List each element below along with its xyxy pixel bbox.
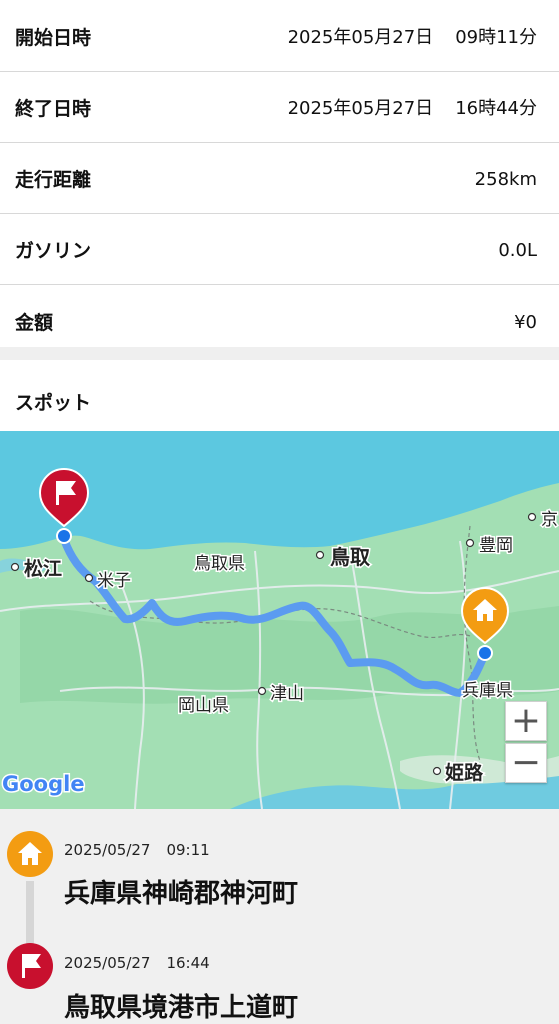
- flag-icon: [22, 954, 41, 978]
- distance-value: 258km: [474, 169, 537, 190]
- map-label-hyogo-pref: 兵庫県: [462, 681, 513, 701]
- start-datetime-label: 開始日時: [15, 27, 92, 49]
- map-label-okayama-pref: 岡山県: [178, 696, 229, 716]
- gasoline-label: ガソリン: [15, 240, 92, 262]
- timeline-item-goal-time: 2025/05/27 16:44: [64, 954, 210, 972]
- map-label-toyooka: 豊岡: [479, 536, 513, 556]
- end-datetime-row: 終了日時 2025年05月27日 16時44分: [0, 73, 559, 143]
- map-label-tsuyama: 津山: [270, 684, 304, 704]
- goal-spot-place[interactable]: 鳥取県境港市上道町: [64, 987, 298, 1024]
- map-label-tottori: 鳥取: [330, 545, 370, 569]
- zoom-out-button[interactable]: −: [505, 743, 547, 783]
- start-datetime-row: 開始日時 2025年05月27日 09時11分: [0, 2, 559, 72]
- gasoline-value: 0.0L: [498, 240, 537, 261]
- map-label-himeji: 姫路: [445, 761, 484, 784]
- start-date: 2025年05月27日: [287, 27, 434, 48]
- map-canvas[interactable]: 松江 米子 鳥取県 鳥取 豊岡 京 岡山県 津山 兵庫県 姫路 Google: [0, 431, 559, 809]
- timeline-goal-badge: [7, 943, 53, 989]
- start-time: 09時11分: [455, 27, 537, 48]
- start-datetime-value: 2025年05月27日 09時11分: [288, 2, 537, 74]
- zoom-in-button[interactable]: +: [505, 701, 547, 741]
- map-label-matsue: 松江: [24, 557, 62, 580]
- end-date: 2025年05月27日: [287, 98, 434, 119]
- gasoline-row: ガソリン 0.0L: [0, 215, 559, 285]
- spot-timeline: 2025/05/27 09:11 兵庫県神崎郡神河町 2025/05/27 16:4…: [0, 809, 559, 1024]
- route-map[interactable]: 松江 米子 鳥取県 鳥取 豊岡 京 岡山県 津山 兵庫県 姫路 Google: [0, 431, 559, 809]
- spot-section-title: スポット: [15, 392, 92, 414]
- distance-row: 走行距離 258km: [0, 144, 559, 214]
- google-logo: Google: [2, 772, 85, 796]
- goal-spot-time: 16:44: [166, 954, 210, 972]
- end-datetime-label: 終了日時: [15, 98, 92, 120]
- distance-label: 走行距離: [15, 169, 92, 191]
- timeline-start-badge: [7, 831, 53, 877]
- map-label-kyo: 京: [541, 510, 558, 530]
- home-icon: [18, 842, 42, 865]
- end-time: 16時44分: [455, 98, 537, 119]
- start-spot-date: 2025/05/27: [64, 841, 151, 859]
- start-spot-time: 09:11: [166, 841, 210, 859]
- section-divider: [0, 347, 559, 360]
- goal-spot-date: 2025/05/27: [64, 954, 151, 972]
- start-spot-place[interactable]: 兵庫県神崎郡神河町: [64, 873, 298, 910]
- amount-row: 金額 ¥0: [0, 286, 559, 348]
- end-datetime-value: 2025年05月27日 16時44分: [288, 73, 537, 145]
- map-label-tottori-pref: 鳥取県: [194, 554, 245, 574]
- map-label-yonago: 米子: [97, 571, 131, 591]
- timeline-item-start-time: 2025/05/27 09:11: [64, 841, 210, 859]
